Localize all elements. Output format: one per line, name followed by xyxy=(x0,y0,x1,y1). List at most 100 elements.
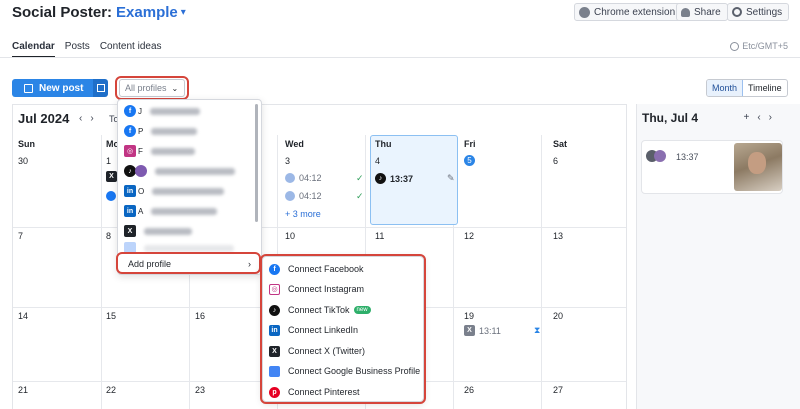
connect-linkedin-item[interactable]: in Connect LinkedIn xyxy=(269,322,358,338)
app-title: Social Poster: Example ▾ xyxy=(12,4,186,21)
day-detail-panel: Thu, Jul 4 +‹› 13:37 xyxy=(636,104,800,409)
day-number: 1 xyxy=(106,156,112,166)
facebook-icon: f xyxy=(124,125,136,137)
chrome-extension-button[interactable]: Chrome extension xyxy=(574,3,683,21)
share-button[interactable]: Share xyxy=(676,3,728,21)
profile-name-blurred xyxy=(144,244,234,252)
day-number: 4 xyxy=(375,156,381,166)
profile-item[interactable]: ♪ xyxy=(124,164,235,178)
main-tabs: Calendar Posts Content ideas xyxy=(12,41,162,58)
dayname-sun: Sun xyxy=(18,139,35,149)
day-number: 6 xyxy=(553,156,559,166)
pencil-icon xyxy=(24,83,33,93)
connect-pinterest-item[interactable]: p Connect Pinterest xyxy=(269,384,360,400)
x-icon: X xyxy=(106,171,117,182)
facebook-icon xyxy=(285,191,295,201)
profile-initial: P xyxy=(138,126,144,136)
day-number: 8 xyxy=(106,231,112,241)
day-post-card[interactable]: 13:37 xyxy=(641,140,783,194)
duplicate-post-button[interactable] xyxy=(93,79,108,97)
profile-name-blurred xyxy=(150,147,195,155)
connect-google-business-label: Connect Google Business Profile xyxy=(288,366,421,376)
post-item[interactable]: ♪ 13:37 ✎ xyxy=(375,173,455,184)
profile-name-blurred xyxy=(151,207,218,215)
timezone-label: Etc/GMT+5 xyxy=(742,41,788,51)
day-number: 23 xyxy=(195,385,206,395)
view-timeline-button[interactable]: Timeline xyxy=(743,80,787,96)
profile-item[interactable] xyxy=(124,241,234,255)
post-time: 13:37 xyxy=(676,152,699,162)
connect-instagram-item[interactable]: ◎ Connect Instagram xyxy=(269,281,364,297)
day-number: 15 xyxy=(106,311,117,321)
day-number: 27 xyxy=(553,385,564,395)
connect-pinterest-label: Connect Pinterest xyxy=(288,387,360,397)
chevron-down-icon: ⌄ xyxy=(171,83,179,93)
x-icon: X xyxy=(464,325,475,336)
connect-google-business-item[interactable]: Connect Google Business Profile xyxy=(269,363,420,379)
tab-content-ideas[interactable]: Content ideas xyxy=(100,41,162,58)
view-month-button[interactable]: Month xyxy=(707,80,744,96)
chrome-icon xyxy=(579,6,590,18)
edit-pencil-icon[interactable]: ✎ xyxy=(447,173,455,184)
view-toggle: Month Timeline xyxy=(706,79,788,97)
day-number: 19 xyxy=(464,311,475,321)
new-post-label: New post xyxy=(39,82,84,94)
gear-icon xyxy=(732,7,742,17)
x-icon: X xyxy=(124,225,136,237)
settings-button[interactable]: Settings xyxy=(727,3,790,21)
day-number: 7 xyxy=(18,231,24,241)
day-number: 11 xyxy=(375,231,385,241)
facebook-icon xyxy=(285,173,295,183)
connect-facebook-label: Connect Facebook xyxy=(288,264,364,274)
dayname-fri: Fri xyxy=(464,139,476,149)
pinterest-icon: p xyxy=(269,386,280,398)
connect-tiktok-item[interactable]: ♪ Connect TikTok new xyxy=(269,302,371,318)
day-number: 10 xyxy=(285,231,296,241)
connect-x-item[interactable]: X Connect X (Twitter) xyxy=(269,343,365,359)
day-detail-title: Thu, Jul 4 xyxy=(642,111,699,125)
chevron-right-icon: › xyxy=(248,259,251,269)
profile-item[interactable]: f J xyxy=(124,104,200,118)
post-item[interactable]: 04:12 ✓ xyxy=(285,173,365,183)
share-label: Share xyxy=(694,6,721,18)
timezone-indicator[interactable]: Etc/GMT+5 xyxy=(730,41,788,51)
linkedin-icon: in xyxy=(124,185,136,197)
profile-item[interactable]: f P xyxy=(124,124,198,138)
month-nav[interactable]: ‹› xyxy=(79,113,102,124)
connect-profile-submenu: f Connect Facebook ◎ Connect Instagram ♪… xyxy=(262,256,424,402)
profile-name-blurred xyxy=(152,187,225,195)
project-selector[interactable]: Example xyxy=(116,4,178,21)
post-time: 13:37 xyxy=(390,173,414,184)
tab-posts[interactable]: Posts xyxy=(65,41,90,58)
profile-name-blurred xyxy=(144,227,192,235)
profiles-select[interactable]: All profiles ⌄ xyxy=(119,79,185,97)
profiles-dropdown: f J f P ◎ F ♪ in O in A X Add profile › xyxy=(117,99,262,275)
divider xyxy=(0,57,800,58)
add-profile-item[interactable]: Add profile › xyxy=(124,257,257,271)
chevron-down-icon[interactable]: ▾ xyxy=(181,7,186,18)
add-profile-label: Add profile xyxy=(128,259,172,269)
add-person-icon xyxy=(681,7,690,17)
facebook-icon xyxy=(106,191,116,201)
post-item[interactable] xyxy=(106,191,116,201)
more-posts-link[interactable]: + 3 more xyxy=(285,209,321,219)
new-post-button[interactable]: New post xyxy=(12,79,96,97)
post-item[interactable]: 04:12 ✓ xyxy=(285,191,365,201)
post-item[interactable]: X xyxy=(106,171,117,182)
profile-name-blurred xyxy=(155,167,235,175)
post-item[interactable]: X 13:11 ⧗ xyxy=(464,325,544,336)
day-detail-controls[interactable]: +‹› xyxy=(744,112,781,123)
profile-item[interactable]: ◎ F xyxy=(124,144,195,158)
dropdown-scrollbar[interactable] xyxy=(255,104,258,222)
post-time: 13:11 xyxy=(479,325,501,336)
day-number: 21 xyxy=(18,385,29,395)
profile-item[interactable]: X xyxy=(124,224,192,238)
facebook-icon: f xyxy=(124,105,136,117)
chrome-extension-label: Chrome extension xyxy=(594,6,676,18)
connect-facebook-item[interactable]: f Connect Facebook xyxy=(269,261,364,277)
day-number: 26 xyxy=(464,385,475,395)
tab-calendar[interactable]: Calendar xyxy=(12,41,55,58)
profile-item[interactable]: in O xyxy=(124,184,225,198)
profile-item[interactable]: in A xyxy=(124,204,218,218)
day-number: 30 xyxy=(18,156,29,166)
